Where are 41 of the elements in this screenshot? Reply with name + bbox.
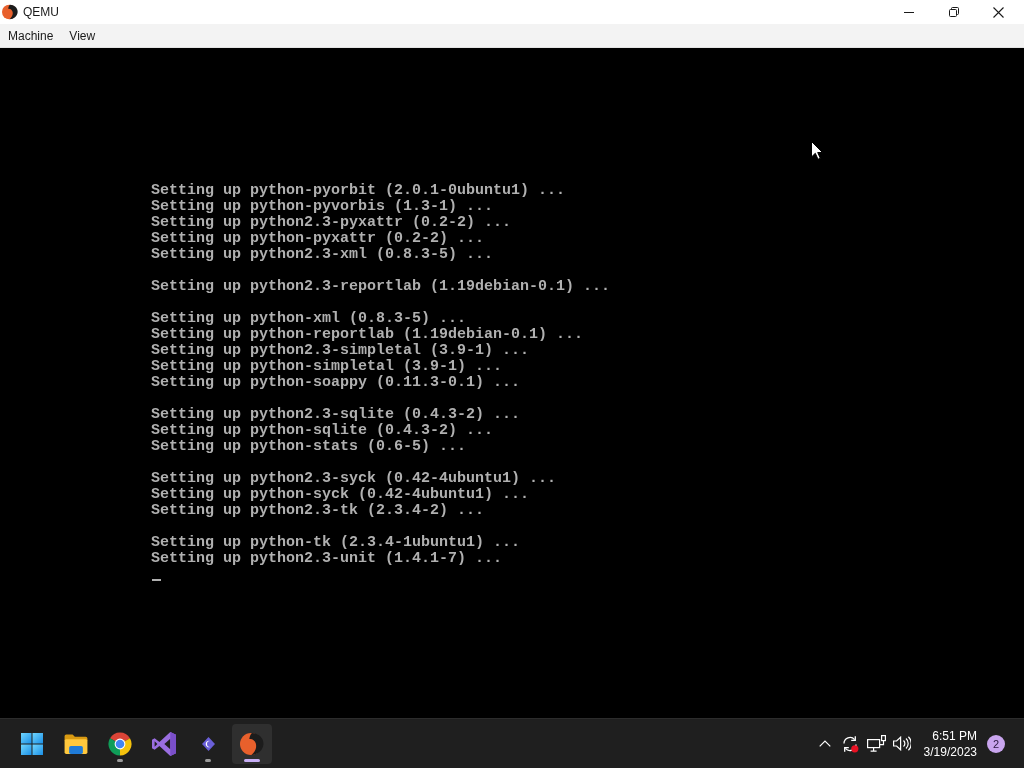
folder-icon (64, 733, 88, 754)
network-icon (867, 735, 887, 752)
console-line: Setting up python-syck (0.42-4ubuntu1) ... (151, 487, 530, 503)
console-line: Setting up python2.3-tk (2.3.4-2) ... (151, 503, 485, 519)
console-line: Setting up python-sqlite (0.4.3-2) ... (151, 423, 494, 439)
console-line: Setting up python-pyxattr (0.2-2) ... (151, 231, 485, 247)
mouse-pointer-icon (811, 141, 823, 160)
diamond-icon (201, 736, 215, 751)
app-logo-icon (2, 4, 18, 20)
console-line: Setting up python2.3-simpletal (3.9-1) ... (151, 343, 530, 359)
console-line: Setting up python-pyorbit (2.0.1-0ubuntu1) ... (151, 183, 566, 199)
menu-item[interactable]: View (61, 24, 104, 47)
squares-grid-icon (21, 732, 43, 755)
console-line: Setting up python2.3-syck (0.42-4ubuntu1) ... (151, 471, 557, 487)
menu-item[interactable]: Machine (0, 24, 62, 47)
clock-time[interactable]: 6:51 PM (932, 727, 977, 744)
minimize-icon (903, 11, 914, 13)
console-line: Setting up python2.3-sqlite (0.4.3-2) ... (151, 407, 521, 423)
console-line: Setting up python-reportlab (1.19debian-0.1) ... (151, 327, 584, 343)
console-line: Setting up python-soappy (0.11.3-0.1) ... (151, 375, 521, 391)
notification-badge[interactable]: 2 (987, 734, 1005, 753)
console-line: Setting up python2.3-unit (1.4.1-7) ... (151, 551, 503, 567)
console-line: Setting up python2.3-reportlab (1.19debian-0.1) ... (151, 279, 611, 295)
window-title: QEMU (23, 5, 59, 19)
clock-date[interactable]: 3/19/2023 (923, 743, 977, 760)
console-line: Setting up python-stats (0.6-5) ... (151, 439, 467, 455)
restore-icon (948, 7, 959, 17)
console-line: Setting up python-xml (0.8.3-5) ... (151, 311, 467, 327)
console-line: Setting up python2.3-pyxattr (0.2-2) ... (151, 215, 512, 231)
console-line: Setting up python2.3-xml (0.8.3-5) ... (151, 247, 494, 263)
taskbar-app-button[interactable] (232, 723, 272, 764)
volume-icon (892, 736, 911, 751)
caret-up-icon (818, 740, 831, 747)
console-line: Setting up python-pyvorbis (1.3-1) ... (151, 199, 494, 215)
bird-logo-icon (240, 731, 264, 756)
console-line: Setting up python-simpletal (3.9-1) ... (151, 359, 503, 375)
sync-icon (840, 734, 859, 753)
console-line: Setting up python-tk (2.3.4-1ubuntu1) ... (151, 535, 521, 551)
segmented-circle-icon (108, 731, 132, 756)
ribbon-logo-icon (152, 731, 176, 756)
close-icon (993, 6, 1004, 18)
